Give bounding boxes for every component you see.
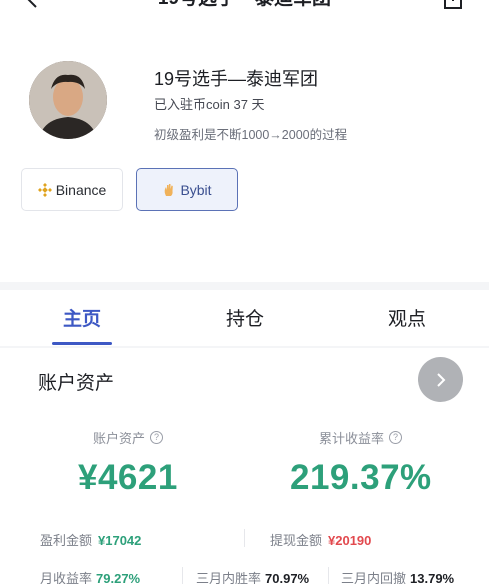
section-title: 账户资产 xyxy=(38,373,115,394)
three-month-winrate-label: 三月内胜率 xyxy=(196,571,262,584)
bybit-hand-icon xyxy=(165,183,174,196)
exchange-binance-button[interactable]: Binance xyxy=(21,168,123,211)
tab-bar: 主页 持仓 观点 xyxy=(0,290,489,346)
cumulative-return-label: 累计收益率 ? xyxy=(319,428,403,447)
withdraw-amount: 提现金额 ¥20190 xyxy=(270,530,371,549)
avatar-portrait-icon xyxy=(29,61,107,139)
account-assets-label: 账户资产 ? xyxy=(93,428,164,447)
tab-positions[interactable]: 持仓 xyxy=(226,304,264,331)
cumulative-return-label-text: 累计收益率 xyxy=(319,431,385,446)
cumulative-return-value: 219.37% xyxy=(290,458,432,497)
avatar[interactable] xyxy=(29,61,107,139)
account-assets-label-text: 账户资产 xyxy=(93,431,146,446)
divider xyxy=(182,567,183,584)
profit-value: ¥17042 xyxy=(98,533,142,548)
monthly-return-value: 79.27% xyxy=(96,571,141,584)
exchange-bybit-button[interactable]: Bybit xyxy=(136,168,238,211)
page-title: 19号选手—泰迪军团 xyxy=(0,0,489,10)
withdraw-label: 提现金额 xyxy=(270,533,323,548)
trader-bio: 初级盈利是不断1000→2000的过程 xyxy=(154,128,348,142)
assets-detail-button[interactable] xyxy=(418,357,463,402)
three-month-winrate-value: 70.97% xyxy=(265,571,310,584)
exchange-binance-label: Binance xyxy=(55,181,107,198)
top-nav-bar: 19号选手—泰迪军团 xyxy=(0,0,489,14)
three-month-drawdown-value: 13.79% xyxy=(410,571,455,584)
help-icon[interactable]: ? xyxy=(150,431,164,444)
account-assets-section: 账户资产 账户资产 ? 累计收益率 ? ¥4621 219.37% 盈利金额 ¥1… xyxy=(0,348,489,584)
withdraw-value: ¥20190 xyxy=(328,533,372,548)
profile-card: 19号选手—泰迪军团 已入驻币coin 37 天 初级盈利是不断1000→200… xyxy=(0,14,489,282)
monthly-return-label: 月收益率 xyxy=(40,571,93,584)
active-tab-indicator xyxy=(52,342,112,345)
joined-days: 已入驻币coin 37 天 xyxy=(154,97,265,112)
account-assets-value: ¥4621 xyxy=(78,458,178,497)
binance-logo-icon xyxy=(37,182,52,197)
monthly-return: 月收益率 79.27% xyxy=(40,568,140,584)
tab-opinions[interactable]: 观点 xyxy=(388,304,426,331)
help-icon[interactable]: ? xyxy=(389,431,403,444)
trader-name: 19号选手—泰迪军团 xyxy=(154,69,319,89)
divider xyxy=(244,529,245,547)
share-icon[interactable] xyxy=(442,0,464,9)
three-month-winrate: 三月内胜率 70.97% xyxy=(196,568,309,584)
divider xyxy=(328,567,329,584)
three-month-drawdown-label: 三月内回撤 xyxy=(341,571,407,584)
chevron-right-icon xyxy=(436,372,445,387)
profit-amount: 盈利金额 ¥17042 xyxy=(40,530,141,549)
profit-label: 盈利金额 xyxy=(40,533,93,548)
tab-home[interactable]: 主页 xyxy=(63,304,101,331)
exchange-bybit-label: Bybit xyxy=(180,181,212,198)
three-month-drawdown: 三月内回撤 13.79% xyxy=(341,568,454,584)
